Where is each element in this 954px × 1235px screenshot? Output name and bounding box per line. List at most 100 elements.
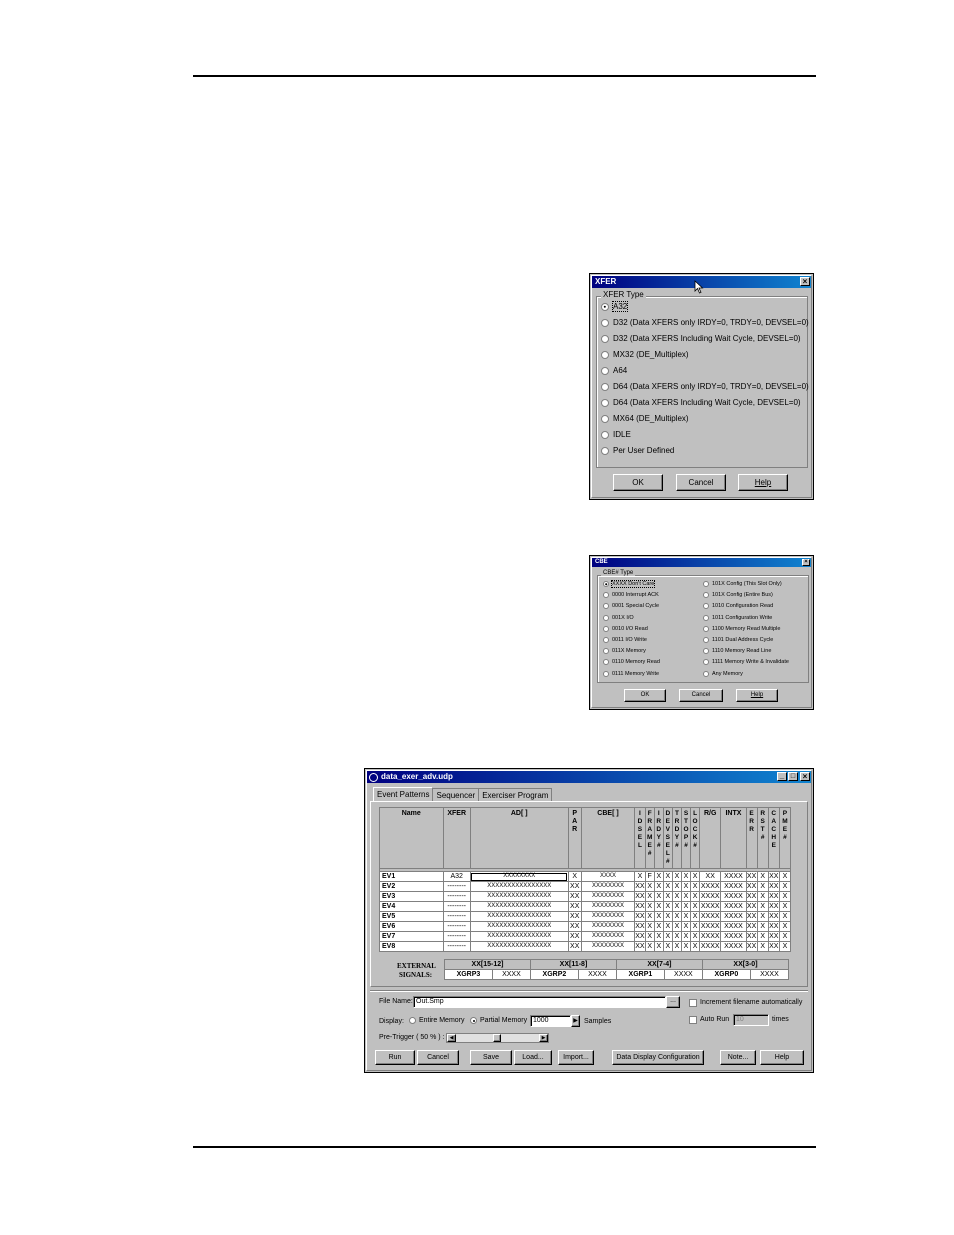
event-value-cell[interactable]: X [671, 881, 682, 892]
cbe-option-radio[interactable]: 0111 Memory Write [603, 670, 659, 677]
event-value-cell[interactable]: X [662, 891, 673, 902]
cbe-option-radio[interactable]: 0000 Interrupt ACK [603, 592, 659, 599]
event-value-cell[interactable]: -------- [442, 941, 471, 952]
event-value-cell[interactable]: XXXXXXXX [469, 871, 569, 882]
event-value-cell[interactable]: X [690, 871, 701, 882]
close-icon[interactable]: × [800, 772, 810, 781]
event-value-cell[interactable]: F [644, 871, 655, 882]
event-value-cell[interactable]: X [690, 941, 701, 952]
event-value-cell[interactable]: XXXXXXXXXXXXXXXX [469, 931, 569, 942]
event-value-cell[interactable]: XXXX [720, 921, 747, 932]
event-value-cell[interactable]: XX [567, 911, 582, 922]
event-value-cell[interactable]: X [690, 891, 701, 902]
event-value-cell[interactable]: XX [634, 891, 646, 902]
column-header[interactable]: S T O P # [680, 807, 692, 869]
slider-left-button[interactable]: ◀ [447, 1034, 456, 1042]
event-value-cell[interactable]: X [662, 871, 673, 882]
event-value-cell[interactable]: XX [699, 871, 722, 882]
event-value-cell[interactable]: XXXX [699, 881, 722, 892]
event-value-cell[interactable]: XX [767, 891, 780, 902]
event-value-cell[interactable]: XX [567, 891, 582, 902]
event-value-cell[interactable]: XXXX [699, 901, 722, 912]
event-value-cell[interactable]: X [778, 931, 792, 942]
partial-memory-radio[interactable]: Partial Memory [470, 1017, 527, 1024]
event-value-cell[interactable]: X [567, 871, 582, 882]
event-value-cell[interactable]: XXXX [699, 911, 722, 922]
auto-run-checkbox[interactable] [689, 1016, 697, 1024]
help-button[interactable]: Help [736, 689, 778, 702]
event-value-cell[interactable]: XX [745, 881, 758, 892]
event-value-cell[interactable]: X [680, 911, 692, 922]
external-signal-cell[interactable]: XXXX [577, 969, 617, 980]
column-header[interactable]: D E V S E L # [662, 807, 673, 869]
cbe-option-radio[interactable]: 1111 Memory Write & Invalidate [703, 659, 789, 666]
cbe-option-radio[interactable]: 001X I/O [603, 614, 634, 621]
event-value-cell[interactable]: XX [745, 901, 758, 912]
external-signal-cell[interactable]: XGRP3 [444, 969, 493, 980]
event-value-cell[interactable]: XX [634, 901, 646, 912]
event-value-cell[interactable]: X [653, 901, 664, 912]
cbe-title-bar[interactable]: CBE × [592, 558, 811, 567]
cbe-option-radio[interactable]: 1011 Configuration Write [703, 614, 772, 621]
event-value-cell[interactable]: XXXX [699, 941, 722, 952]
column-header[interactable]: L O C K # [690, 807, 701, 869]
column-header[interactable]: P M E # [778, 807, 792, 869]
event-value-cell[interactable]: X [671, 931, 682, 942]
cbe-option-radio[interactable]: 1100 Memory Read Multiple [703, 625, 780, 632]
event-value-cell[interactable]: X [778, 881, 792, 892]
event-value-cell[interactable]: X [680, 881, 692, 892]
event-value-cell[interactable]: X [680, 891, 692, 902]
event-value-cell[interactable]: X [671, 921, 682, 932]
cbe-option-radio[interactable]: Any Memory [703, 670, 743, 677]
run-button[interactable]: Run [375, 1050, 415, 1065]
event-value-cell[interactable]: XX [767, 921, 780, 932]
event-value-cell[interactable]: XX [767, 901, 780, 912]
event-value-cell[interactable]: XXXXXXXX [580, 921, 636, 932]
event-value-cell[interactable]: X [756, 931, 769, 942]
cbe-option-radio[interactable]: 0001 Special Cycle [603, 603, 659, 610]
event-value-cell[interactable]: XX [634, 941, 646, 952]
event-value-cell[interactable]: X [756, 881, 769, 892]
event-value-cell[interactable]: XX [634, 881, 646, 892]
entire-memory-radio[interactable]: Entire Memory [409, 1017, 465, 1024]
samples-spin-button[interactable]: ▶ [571, 1015, 580, 1027]
event-value-cell[interactable]: XXXXXXXXXXXXXXXX [469, 921, 569, 932]
tab-sequencer[interactable]: Sequencer [432, 788, 480, 802]
event-value-cell[interactable]: -------- [442, 931, 471, 942]
event-value-cell[interactable]: X [653, 921, 664, 932]
event-value-cell[interactable]: X [662, 901, 673, 912]
xfer-option-radio[interactable]: MX64 (DE_Multiplex) [601, 414, 689, 423]
event-value-cell[interactable]: XXXXXXXX [580, 891, 636, 902]
event-value-cell[interactable]: XX [567, 881, 582, 892]
event-name-cell[interactable]: EV1 [379, 871, 444, 882]
event-value-cell[interactable]: X [653, 911, 664, 922]
event-value-cell[interactable]: X [653, 931, 664, 942]
event-value-cell[interactable]: X [671, 941, 682, 952]
event-value-cell[interactable]: X [671, 911, 682, 922]
event-value-cell[interactable]: XX [767, 871, 780, 882]
event-value-cell[interactable]: -------- [442, 911, 471, 922]
event-value-cell[interactable]: X [644, 891, 655, 902]
event-value-cell[interactable]: XX [567, 901, 582, 912]
event-value-cell[interactable]: XXXX [699, 931, 722, 942]
event-value-cell[interactable]: X [662, 911, 673, 922]
cbe-option-radio[interactable]: 101X Config (This Slot Only) [703, 581, 782, 587]
event-value-cell[interactable]: XXXX [720, 931, 747, 942]
xfer-option-radio[interactable]: D32 (Data XFERS only IRDY=0, TRDY=0, DEV… [601, 318, 809, 327]
tab-event-patterns[interactable]: Event Patterns [373, 787, 434, 801]
column-header[interactable]: E R R [745, 807, 758, 869]
samples-input[interactable]: 1000 [530, 1015, 571, 1027]
column-header[interactable]: C A C H E [767, 807, 780, 869]
external-signal-cell[interactable]: XGRP1 [615, 969, 665, 980]
event-value-cell[interactable]: XX [767, 931, 780, 942]
event-value-cell[interactable]: X [690, 931, 701, 942]
event-value-cell[interactable]: X [653, 941, 664, 952]
event-value-cell[interactable]: XXXXXXXXXXXXXXXX [469, 901, 569, 912]
event-value-cell[interactable]: -------- [442, 901, 471, 912]
event-value-cell[interactable]: XXXXXXXX [580, 901, 636, 912]
cbe-option-radio[interactable]: 1110 Memory Read Line [703, 648, 771, 655]
event-value-cell[interactable]: XX [767, 941, 780, 952]
event-value-cell[interactable]: X [756, 941, 769, 952]
note-button[interactable]: Note... [720, 1050, 756, 1065]
event-value-cell[interactable]: X [671, 871, 682, 882]
